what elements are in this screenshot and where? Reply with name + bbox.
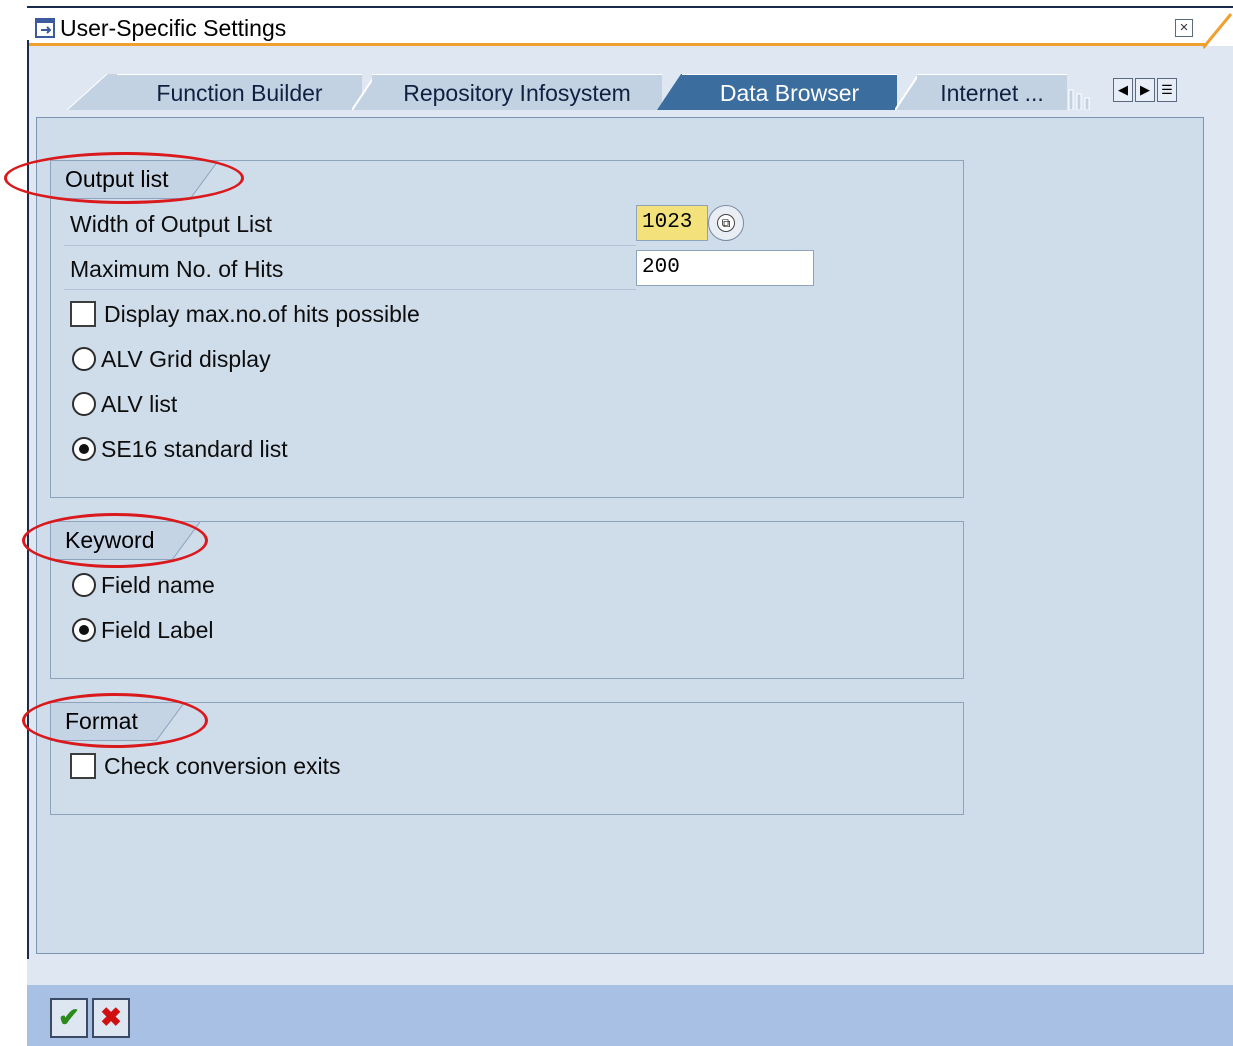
display-max-hits-checkbox[interactable] — [70, 301, 96, 327]
tab-overflow-stack — [1068, 89, 1090, 110]
value-help-icon[interactable]: ⧉ — [708, 205, 744, 241]
field-name-radio[interactable] — [72, 573, 96, 597]
dialog-window-icon — [35, 18, 55, 38]
cancel-x-icon[interactable]: ✖ — [92, 998, 130, 1038]
max-hits-label: Maximum No. of Hits — [70, 256, 284, 282]
title-bar: User-Specific Settings × — [27, 6, 1233, 49]
se16-standard-list-radio[interactable] — [72, 437, 96, 461]
row-divider — [64, 289, 636, 290]
tab-label: Function Builder — [156, 80, 323, 106]
width-output-list-label: Width of Output List — [70, 211, 272, 237]
alv-list-label: ALV list — [101, 391, 178, 417]
highlight-ellipse-keyword — [22, 513, 208, 568]
width-output-list-field[interactable]: 1023 — [636, 205, 708, 241]
field-label-radio[interactable] — [72, 618, 96, 642]
arrow-left-icon[interactable]: ◀ — [1113, 78, 1133, 102]
footer-toolbar — [27, 985, 1233, 1046]
tab-function-builder[interactable]: Function Builder — [117, 74, 362, 110]
tab-label: Internet ... — [940, 80, 1044, 106]
tab-data-browser[interactable]: Data Browser — [682, 74, 897, 110]
highlight-ellipse-format — [22, 693, 208, 748]
field-name-label: Field name — [101, 572, 215, 598]
tab-label: Data Browser — [719, 80, 860, 106]
display-max-hits-label: Display max.no.of hits possible — [104, 301, 420, 327]
alv-grid-radio[interactable] — [72, 347, 96, 371]
arrow-right-icon[interactable]: ▶ — [1135, 78, 1155, 102]
dialog-title: User-Specific Settings — [60, 15, 287, 41]
tab-list-icon[interactable]: ☰ — [1157, 78, 1177, 102]
close-icon[interactable]: × — [1175, 19, 1193, 37]
check-conversion-exits-checkbox[interactable] — [70, 753, 96, 779]
tab-repository-infosystem[interactable]: Repository Infosystem — [372, 74, 662, 110]
tab-label: Repository Infosystem — [403, 80, 631, 106]
field-label-label: Field Label — [101, 617, 214, 643]
tab-strip: Function Builder Repository Infosystem D… — [27, 66, 1233, 116]
check-conversion-exits-label: Check conversion exits — [104, 753, 341, 779]
title-bar-edge — [1203, 13, 1233, 49]
row-divider — [64, 245, 636, 246]
checkmark-icon[interactable]: ✔ — [50, 998, 88, 1038]
tab-internet[interactable]: Internet ... — [917, 74, 1067, 110]
dialog-footer: ✔ ✖ — [27, 959, 1233, 1046]
max-hits-field[interactable]: 200 — [636, 250, 814, 286]
se16-standard-list-label: SE16 standard list — [101, 436, 288, 462]
alv-list-radio[interactable] — [72, 392, 96, 416]
highlight-ellipse-output-list — [4, 152, 244, 204]
alv-grid-label: ALV Grid display — [101, 346, 271, 372]
